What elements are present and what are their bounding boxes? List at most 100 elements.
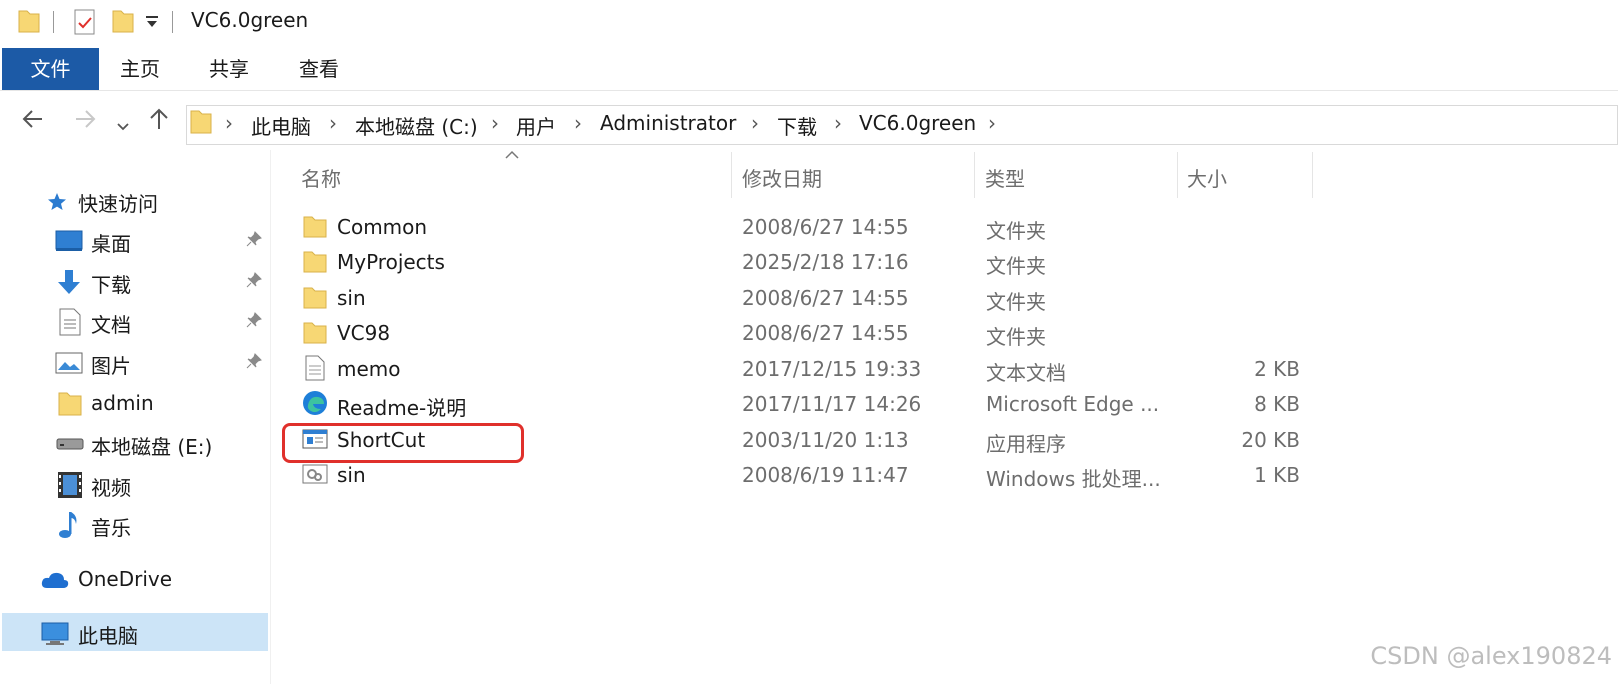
file-row[interactable]: MyProjects 2025/2/18 17:16 文件夹: [280, 244, 1310, 279]
file-size: 8 KB: [1254, 392, 1300, 416]
file-row[interactable]: sin 2008/6/27 14:55 文件夹: [280, 280, 1310, 315]
sidebar-item-downloads[interactable]: 下载: [0, 262, 270, 300]
folder-icon: [58, 392, 82, 416]
sidebar-label: 快速访问: [78, 192, 158, 216]
new-folder-icon[interactable]: [112, 8, 134, 34]
column-header-size[interactable]: 大小: [1187, 163, 1227, 192]
watermark: CSDN @alex190824: [1370, 642, 1612, 670]
column-resize-handle[interactable]: [974, 152, 975, 198]
pin-icon[interactable]: [246, 231, 262, 247]
sidebar-label: 文档: [91, 313, 131, 337]
pin-icon[interactable]: [246, 353, 262, 369]
breadcrumb-vc60green[interactable]: VC6.0green: [859, 111, 976, 135]
pin-icon[interactable]: [246, 272, 262, 288]
file-row[interactable]: memo 2017/12/15 19:33 文本文档 2 KB: [280, 351, 1310, 386]
column-resize-handle[interactable]: [1312, 152, 1313, 198]
breadcrumb-separator[interactable]: ›: [225, 111, 233, 135]
file-name: Readme-说明: [337, 396, 467, 420]
file-type: 文件夹: [986, 219, 1046, 243]
breadcrumb-this-pc[interactable]: 此电脑: [251, 111, 311, 140]
file-type: Windows 批处理...: [986, 467, 1161, 491]
sidebar-item-desktop[interactable]: 桌面: [0, 221, 270, 259]
batch-file-icon: [302, 464, 328, 484]
title-bar: VC6.0green: [0, 0, 1618, 44]
tab-home[interactable]: 主页: [120, 48, 160, 90]
video-icon: [58, 472, 82, 498]
sidebar-label: admin: [91, 391, 154, 415]
sort-ascending-icon: [505, 150, 519, 159]
sidebar-label: 本地磁盘 (E:): [91, 435, 213, 459]
tab-view[interactable]: 查看: [299, 48, 339, 90]
chevron-down-icon: [117, 123, 129, 131]
breadcrumb-separator[interactable]: ›: [751, 111, 759, 135]
sidebar-item-videos[interactable]: 视频: [0, 465, 270, 503]
sidebar-item-admin[interactable]: admin: [0, 384, 270, 422]
breadcrumb-downloads[interactable]: 下载: [777, 111, 817, 140]
file-date: 2008/6/27 14:55: [742, 321, 909, 345]
computer-icon: [41, 622, 69, 645]
sidebar-label: OneDrive: [78, 567, 173, 591]
breadcrumb-administrator[interactable]: Administrator: [600, 111, 736, 135]
sidebar-label: 下载: [91, 273, 131, 297]
file-name: sin: [337, 286, 366, 310]
star-icon: [48, 193, 66, 210]
column-resize-handle[interactable]: [1177, 152, 1178, 198]
sidebar-item-pictures[interactable]: 图片: [0, 343, 270, 381]
sidebar-quick-access[interactable]: 快速访问: [0, 181, 270, 219]
pane-divider[interactable]: [270, 150, 271, 684]
sidebar-label: 音乐: [91, 516, 131, 540]
file-type: 文件夹: [986, 290, 1046, 314]
sidebar-item-music[interactable]: 音乐: [0, 505, 270, 543]
recent-locations-button[interactable]: [116, 112, 130, 140]
drive-icon: [56, 438, 84, 450]
window-title: VC6.0green: [191, 8, 309, 32]
file-date: 2008/6/27 14:55: [742, 215, 909, 239]
file-name: MyProjects: [337, 250, 445, 274]
sidebar-label: 图片: [91, 354, 131, 378]
picture-icon: [55, 352, 83, 374]
up-button[interactable]: [146, 106, 172, 138]
forward-button[interactable]: [72, 106, 98, 138]
file-date: 2025/2/18 17:16: [742, 250, 909, 274]
column-header-name[interactable]: 名称: [301, 163, 341, 192]
file-row[interactable]: Common 2008/6/27 14:55 文件夹: [280, 209, 1310, 244]
sidebar-this-pc[interactable]: 此电脑: [2, 613, 268, 651]
file-size: 2 KB: [1254, 357, 1300, 381]
sidebar-item-drive-e[interactable]: 本地磁盘 (E:): [0, 424, 270, 462]
column-header-date[interactable]: 修改日期: [742, 163, 822, 192]
breadcrumb-drive-c[interactable]: 本地磁盘 (C:): [355, 111, 478, 140]
customize-toolbar-icon[interactable]: [145, 14, 159, 30]
breadcrumb-users[interactable]: 用户: [516, 111, 556, 140]
folder-icon[interactable]: [18, 8, 40, 34]
file-row[interactable]: Readme-说明 2017/11/17 14:26 Microsoft Edg…: [280, 386, 1310, 421]
tab-share[interactable]: 共享: [209, 48, 249, 90]
breadcrumb-separator[interactable]: ›: [834, 111, 842, 135]
file-type: 应用程序: [986, 432, 1066, 456]
sidebar-onedrive[interactable]: OneDrive: [0, 560, 270, 598]
arrow-left-icon: [22, 110, 42, 128]
column-header-type[interactable]: 类型: [985, 163, 1025, 192]
text-file-icon: [305, 355, 325, 381]
file-name: Common: [337, 215, 428, 239]
properties-icon[interactable]: [73, 8, 97, 36]
pin-icon[interactable]: [246, 312, 262, 328]
back-button[interactable]: [20, 106, 46, 138]
breadcrumb-separator[interactable]: ›: [491, 111, 499, 135]
breadcrumb-separator[interactable]: ›: [574, 111, 582, 135]
file-date: 2008/6/27 14:55: [742, 286, 909, 310]
file-date: 2017/12/15 19:33: [742, 357, 922, 381]
breadcrumb-separator[interactable]: ›: [988, 111, 996, 135]
column-resize-handle[interactable]: [731, 152, 732, 198]
file-row[interactable]: VC98 2008/6/27 14:55 文件夹: [280, 315, 1310, 350]
edge-icon: [303, 391, 327, 415]
tab-file[interactable]: 文件: [2, 48, 99, 90]
breadcrumb-separator[interactable]: ›: [329, 111, 337, 135]
separator: [172, 11, 173, 33]
sidebar-item-documents[interactable]: 文档: [0, 302, 270, 340]
sidebar-label: 桌面: [91, 232, 131, 256]
music-icon: [59, 512, 77, 538]
file-type: 文本文档: [986, 361, 1066, 385]
file-date: 2008/6/19 11:47: [742, 463, 909, 487]
folder-icon: [303, 322, 327, 344]
sidebar-label: 此电脑: [78, 624, 138, 648]
